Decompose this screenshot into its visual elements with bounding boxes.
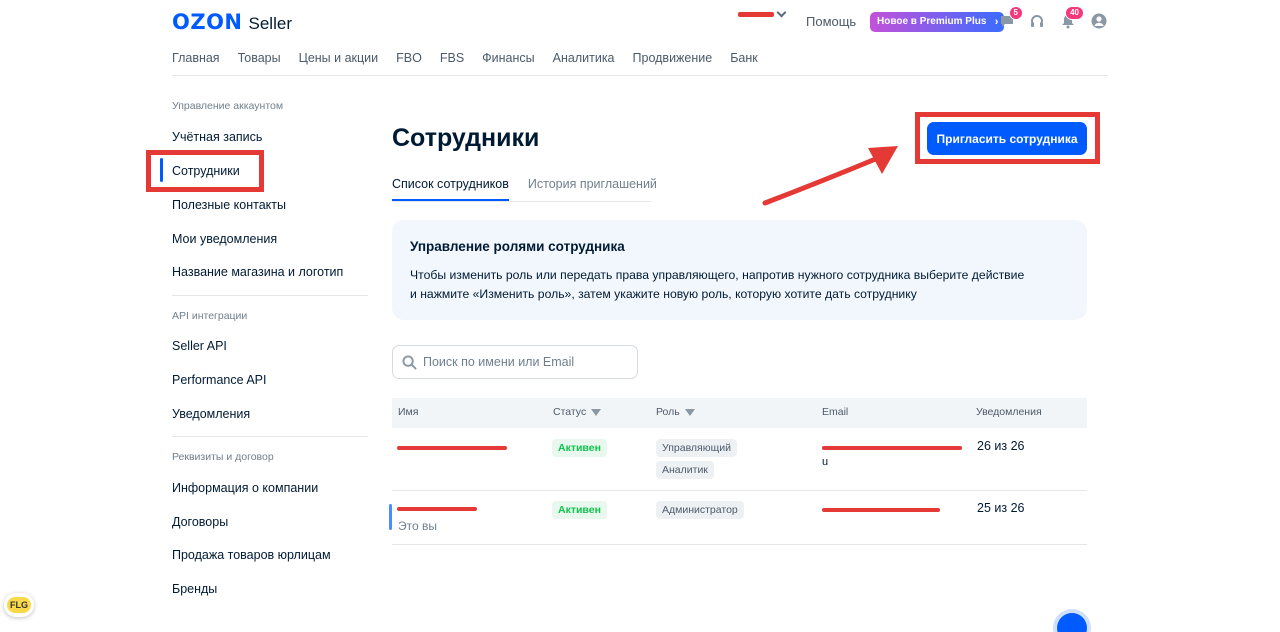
email-tail: u: [822, 456, 829, 468]
logo-product: Seller: [248, 14, 292, 33]
sidebar-item-seller-api[interactable]: Seller API: [172, 339, 227, 353]
info-text-line2: и нажмите «Изменить роль», затем укажите…: [410, 287, 917, 301]
sidebar-item-store-name[interactable]: Название магазина и логотип: [172, 265, 343, 279]
flg-extension-button[interactable]: FLG: [4, 593, 34, 617]
redacted-email: [822, 446, 962, 450]
sidebar-item-account[interactable]: Учётная запись: [172, 130, 262, 144]
status-badge: Активен: [552, 439, 607, 457]
premium-label: Новое в Premium Plus: [877, 16, 987, 27]
sidebar-divider: [172, 295, 368, 296]
notification-badge: 40: [1065, 6, 1084, 20]
nav-prices[interactable]: Цены и акции: [299, 51, 379, 65]
nav-bank[interactable]: Банк: [730, 51, 758, 65]
nav-promotion[interactable]: Продвижение: [633, 51, 713, 65]
nav-main[interactable]: Главная: [172, 51, 220, 65]
redacted-account-name: [738, 12, 774, 17]
nav-divider: [172, 75, 1108, 76]
main-nav: Главная Товары Цены и акции FBO FBS Фина…: [172, 51, 758, 65]
redacted-employee-name: [397, 446, 507, 450]
role-badge: Управляющий: [656, 439, 737, 457]
you-label: Это вы: [398, 519, 437, 533]
table-header: Имя Статус Роль Email Уведомления: [392, 398, 1087, 428]
premium-plus-button[interactable]: Новое в Premium Plus ›: [870, 12, 1005, 32]
current-user-indicator: [389, 504, 392, 530]
col-email: Email: [822, 406, 849, 418]
roles-info-card: Управление ролями сотрудника Чтобы измен…: [392, 220, 1087, 320]
search-icon: [402, 354, 417, 370]
chevron-down-icon: [776, 7, 787, 18]
tabs-divider: [392, 201, 651, 202]
row-divider: [392, 544, 1087, 545]
col-name: Имя: [398, 406, 419, 418]
sidebar-item-performance-api[interactable]: Performance API: [172, 373, 267, 387]
chat-badge: 5: [1008, 6, 1023, 20]
annotation-arrow: [762, 146, 898, 206]
sidebar-item-contracts[interactable]: Договоры: [172, 515, 228, 529]
sidebar-section-requisites: Реквизиты и договор: [172, 451, 274, 463]
sidebar-item-b2b-sales[interactable]: Продажа товаров юрлицам: [172, 548, 331, 562]
ozon-seller-logo[interactable]: OZON Seller: [172, 10, 292, 34]
annotation-box-sidebar: [146, 150, 264, 192]
bell-icon[interactable]: 40: [1059, 6, 1084, 30]
nav-finance[interactable]: Финансы: [482, 51, 534, 65]
sidebar-item-brands[interactable]: Бренды: [172, 582, 217, 596]
help-link[interactable]: Помощь: [806, 14, 856, 29]
sidebar-item-notifications[interactable]: Уведомления: [172, 407, 250, 421]
sidebar-item-company-info[interactable]: Информация о компании: [172, 481, 318, 495]
sidebar-section-account: Управление аккаунтом: [172, 100, 284, 112]
logo-brand: OZON: [172, 10, 243, 34]
profile-icon[interactable]: [1090, 12, 1108, 30]
col-status[interactable]: Статус: [553, 406, 602, 418]
search-input[interactable]: [423, 355, 633, 369]
redacted-email: [822, 508, 940, 512]
nav-products[interactable]: Товары: [238, 51, 281, 65]
support-chat-button[interactable]: [1057, 613, 1087, 632]
tab-invitation-history[interactable]: История приглашений: [528, 177, 657, 201]
col-role[interactable]: Роль: [656, 406, 695, 418]
notifications-count: 25 из 26: [977, 501, 1025, 515]
notifications-count: 26 из 26: [977, 439, 1025, 453]
sidebar-divider: [172, 436, 368, 437]
search-box[interactable]: [392, 345, 638, 379]
row-divider: [392, 490, 1087, 491]
annotation-box-invite: [915, 112, 1100, 164]
filter-icon[interactable]: [684, 408, 695, 416]
tab-employee-list[interactable]: Список сотрудников: [392, 177, 509, 201]
role-badge: Администратор: [656, 501, 744, 519]
info-text-line1: Чтобы изменить роль или передать права у…: [410, 268, 1025, 282]
employee-tabs: Список сотрудников История приглашений: [392, 177, 657, 201]
sidebar-section-api: API интеграции: [172, 310, 248, 322]
chat-icon[interactable]: 5: [998, 6, 1023, 30]
role-badge: Аналитик: [656, 461, 714, 479]
nav-fbo[interactable]: FBO: [396, 51, 422, 65]
status-badge: Активен: [552, 501, 607, 519]
sidebar-item-my-notifications[interactable]: Мои уведомления: [172, 232, 277, 246]
redacted-employee-name: [397, 507, 477, 511]
sidebar-item-contacts[interactable]: Полезные контакты: [172, 198, 286, 212]
nav-fbs[interactable]: FBS: [440, 51, 464, 65]
nav-analytics[interactable]: Аналитика: [553, 51, 615, 65]
filter-icon[interactable]: [591, 408, 602, 416]
headset-icon[interactable]: [1028, 12, 1046, 30]
col-notifications: Уведомления: [976, 406, 1042, 418]
info-title: Управление ролями сотрудника: [410, 239, 625, 254]
account-switcher[interactable]: [738, 7, 787, 18]
page-title: Сотрудники: [392, 124, 540, 152]
